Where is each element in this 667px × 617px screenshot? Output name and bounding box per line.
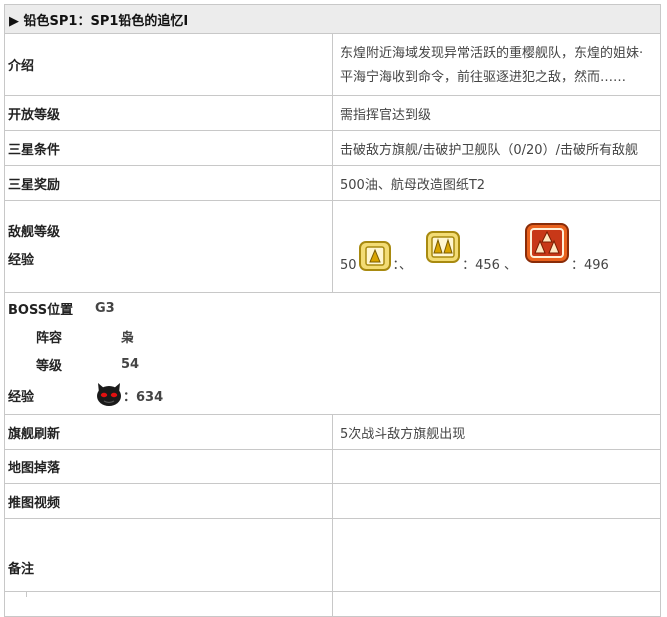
notes-label: 备注 bbox=[4, 518, 333, 617]
exp-prefix: 50 bbox=[340, 257, 357, 273]
star-reward-row: 三星奖励 500油、航母改造图纸T2 bbox=[4, 165, 661, 201]
intro-label: 介绍 bbox=[4, 33, 333, 96]
boss-exp-label: 经验 bbox=[8, 390, 35, 405]
stage-title-text: 铅色SP1：SP1铅色的追忆I bbox=[23, 13, 189, 29]
exp-value-3: ：496 bbox=[571, 257, 609, 273]
star-condition-row: 三星条件 击破敌方旗舰/击破护卫舰队（0/20）/击破所有敌舰 bbox=[4, 130, 661, 166]
notes-value bbox=[332, 518, 661, 617]
drops-value bbox=[332, 449, 661, 484]
enemy-exp-sub-label: 经验 bbox=[8, 252, 35, 268]
video-row: 推图视频 bbox=[4, 483, 661, 519]
star-reward-value: 500油、航母改造图纸T2 bbox=[332, 165, 661, 201]
boss-block: BOSS位置 G3 阵容 枭 等级 54 经验 ：634 bbox=[4, 292, 661, 415]
open-level-row: 开放等级 需指挥官达到级 bbox=[4, 95, 661, 131]
video-value bbox=[332, 483, 661, 519]
boss-position-line: BOSS位置 G3 bbox=[5, 295, 660, 323]
star-condition-value: 击破敌方旗舰/击破护卫舰队（0/20）/击破所有敌舰 bbox=[332, 130, 661, 166]
stage-info-table: ▶ 铅色SP1：SP1铅色的追忆I 介绍 东煌附近海域发现异常活跃的重樱舰队，东… bbox=[4, 4, 661, 617]
drops-row: 地图掉落 bbox=[4, 449, 661, 484]
enemy-exp-label: 敌舰等级 经验 bbox=[4, 200, 333, 293]
rank3-large-fleet-icon bbox=[525, 222, 570, 267]
open-level-value: 需指挥官达到级 bbox=[332, 95, 661, 131]
rank1-small-fleet-icon bbox=[358, 240, 391, 275]
enemy-level-label: 敌舰等级 bbox=[8, 224, 61, 240]
intro-row: 介绍 东煌附近海域发现异常活跃的重樱舰队，东煌的姐妹·平海宁海收到命令，前往驱逐… bbox=[4, 33, 661, 96]
intro-value: 东煌附近海域发现异常活跃的重樱舰队，东煌的姐妹·平海宁海收到命令，前往驱逐进犯之… bbox=[332, 33, 661, 96]
boss-row: BOSS位置 G3 阵容 枭 等级 54 经验 ：634 bbox=[4, 292, 661, 415]
triangle-marker-icon: ▶ bbox=[9, 13, 19, 29]
star-condition-label: 三星条件 bbox=[4, 130, 333, 166]
boss-level-value: 54 bbox=[121, 357, 140, 372]
exp-value-2: ：456 、 bbox=[462, 257, 518, 273]
video-label: 推图视频 bbox=[4, 483, 333, 519]
boss-level-label: 等级 bbox=[36, 359, 63, 374]
boss-exp-value: ：634 bbox=[88, 381, 163, 411]
boss-lineup-line: 阵容 枭 bbox=[5, 323, 660, 351]
stage-info-page: ▶ 铅色SP1：SP1铅色的追忆I 介绍 东煌附近海域发现异常活跃的重樱舰队，东… bbox=[0, 0, 667, 617]
flagship-value: 5次战斗敌方旗舰出现 bbox=[332, 414, 661, 450]
stage-title: ▶ 铅色SP1：SP1铅色的追忆I bbox=[4, 4, 661, 34]
boss-cat-face-icon bbox=[95, 381, 123, 411]
enemy-exp-row: 敌舰等级 经验 50 ：、 ：456 、 ：496 bbox=[4, 200, 661, 293]
bottom-divider bbox=[4, 591, 661, 592]
bottom-divider-tick bbox=[26, 591, 27, 597]
notes-row: 备注 bbox=[4, 518, 661, 617]
boss-lineup-value: 枭 bbox=[121, 331, 135, 346]
flagship-row: 旗舰刷新 5次战斗敌方旗舰出现 bbox=[4, 414, 661, 450]
boss-level-line: 等级 54 bbox=[5, 351, 660, 379]
boss-lineup-label: 阵容 bbox=[36, 331, 63, 346]
open-level-label: 开放等级 bbox=[4, 95, 333, 131]
title-row: ▶ 铅色SP1：SP1铅色的追忆I bbox=[4, 4, 661, 34]
exp-separator-1: ：、 bbox=[392, 257, 413, 273]
rank2-medium-fleet-icon bbox=[426, 230, 461, 267]
boss-exp-line: 经验 ：634 bbox=[5, 379, 660, 413]
star-reward-label: 三星奖励 bbox=[4, 165, 333, 201]
boss-position-label: BOSS位置 bbox=[8, 303, 74, 318]
drops-label: 地图掉落 bbox=[4, 449, 333, 484]
boss-position-value: G3 bbox=[95, 301, 115, 316]
boss-exp-number: ：634 bbox=[123, 390, 164, 405]
flagship-label: 旗舰刷新 bbox=[4, 414, 333, 450]
enemy-exp-value: 50 ：、 ：456 、 ：496 bbox=[332, 200, 661, 293]
